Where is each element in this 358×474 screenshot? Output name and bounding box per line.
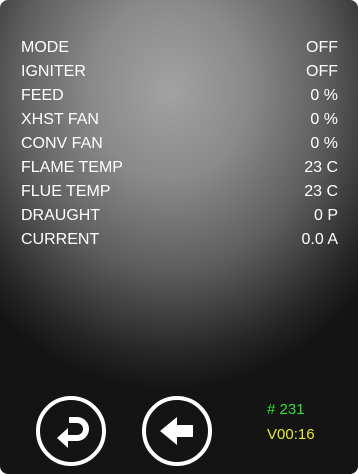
version-timer: V00:16 (267, 426, 315, 443)
param-value: OFF (306, 63, 338, 80)
param-row-conv-fan: CONV FAN 0 % (21, 132, 338, 156)
param-value: 0 % (310, 135, 338, 152)
param-value: 23 C (304, 183, 338, 200)
param-row-draught: DRAUGHT 0 P (21, 204, 338, 228)
param-value: 0.0 A (301, 231, 338, 248)
param-value: 0 % (310, 87, 338, 104)
param-label: CURRENT (21, 231, 100, 248)
return-button[interactable] (36, 396, 106, 466)
param-row-flue-temp: FLUE TEMP 23 C (21, 180, 338, 204)
param-label: IGNITER (21, 63, 86, 80)
param-row-igniter: IGNITER OFF (21, 60, 338, 84)
param-value: 23 C (304, 159, 338, 176)
param-label: DRAUGHT (21, 207, 101, 224)
controller-screen: MODE OFF IGNITER OFF FEED 0 % XHST FAN 0… (0, 0, 358, 474)
param-value: 0 % (310, 111, 338, 128)
back-button[interactable] (142, 396, 212, 466)
return-arrow-icon (57, 417, 89, 448)
param-value: OFF (306, 39, 338, 56)
param-label: MODE (21, 39, 69, 56)
arrow-left-icon (160, 417, 193, 445)
param-row-feed: FEED 0 % (21, 84, 338, 108)
param-row-xhst-fan: XHST FAN 0 % (21, 108, 338, 132)
param-row-flame-temp: FLAME TEMP 23 C (21, 156, 338, 180)
parameter-list: MODE OFF IGNITER OFF FEED 0 % XHST FAN 0… (21, 36, 338, 252)
param-row-mode: MODE OFF (21, 36, 338, 60)
param-row-current: CURRENT 0.0 A (21, 228, 338, 252)
param-value: 0 P (313, 207, 338, 224)
param-label: XHST FAN (21, 111, 99, 128)
param-label: FEED (21, 87, 64, 104)
param-label: CONV FAN (21, 135, 103, 152)
record-counter: # 231 (267, 401, 305, 418)
param-label: FLUE TEMP (21, 183, 111, 200)
param-label: FLAME TEMP (21, 159, 123, 176)
